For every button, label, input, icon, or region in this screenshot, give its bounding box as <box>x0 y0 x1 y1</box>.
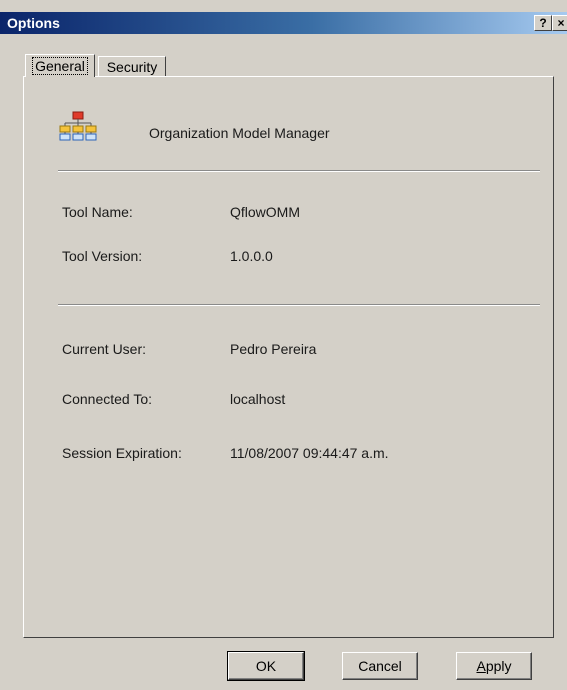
close-button[interactable]: × <box>552 15 567 31</box>
tab-general[interactable]: General <box>25 54 95 77</box>
apply-button-label: pply <box>485 658 512 674</box>
cancel-button[interactable]: Cancel <box>342 652 418 680</box>
connected-to-value: localhost <box>230 391 286 407</box>
current-user-label: Current User: <box>62 341 147 357</box>
tool-name-label: Tool Name: <box>62 204 133 220</box>
window-title: Options <box>7 15 60 31</box>
app-name: Organization Model Manager <box>149 125 330 141</box>
tab-general-label: General <box>32 57 88 75</box>
tool-version-value: 1.0.0.0 <box>230 248 273 264</box>
org-chart-icon <box>59 111 97 141</box>
connected-to-label: Connected To: <box>62 391 153 407</box>
tool-version-label: Tool Version: <box>62 248 143 264</box>
options-dialog: Options ? × General Security Organizatio… <box>0 0 567 690</box>
help-button[interactable]: ? <box>534 15 552 31</box>
current-user-value: Pedro Pereira <box>230 341 317 357</box>
session-expiration-label: Session Expiration: <box>62 445 182 461</box>
session-expiration-value: 11/08/2007 09:44:47 a.m. <box>230 445 389 461</box>
tab-security[interactable]: Security <box>98 56 166 77</box>
ok-button[interactable]: OK <box>227 651 305 681</box>
separator <box>58 170 540 172</box>
apply-button[interactable]: Apply <box>456 652 532 680</box>
separator <box>58 304 540 306</box>
tool-name-value: QflowOMM <box>230 204 300 220</box>
tab-security-label: Security <box>106 59 158 75</box>
apply-button-mnemonic: A <box>476 658 486 674</box>
tab-panel-general <box>23 76 554 638</box>
title-bar[interactable]: Options ? × <box>0 12 567 34</box>
